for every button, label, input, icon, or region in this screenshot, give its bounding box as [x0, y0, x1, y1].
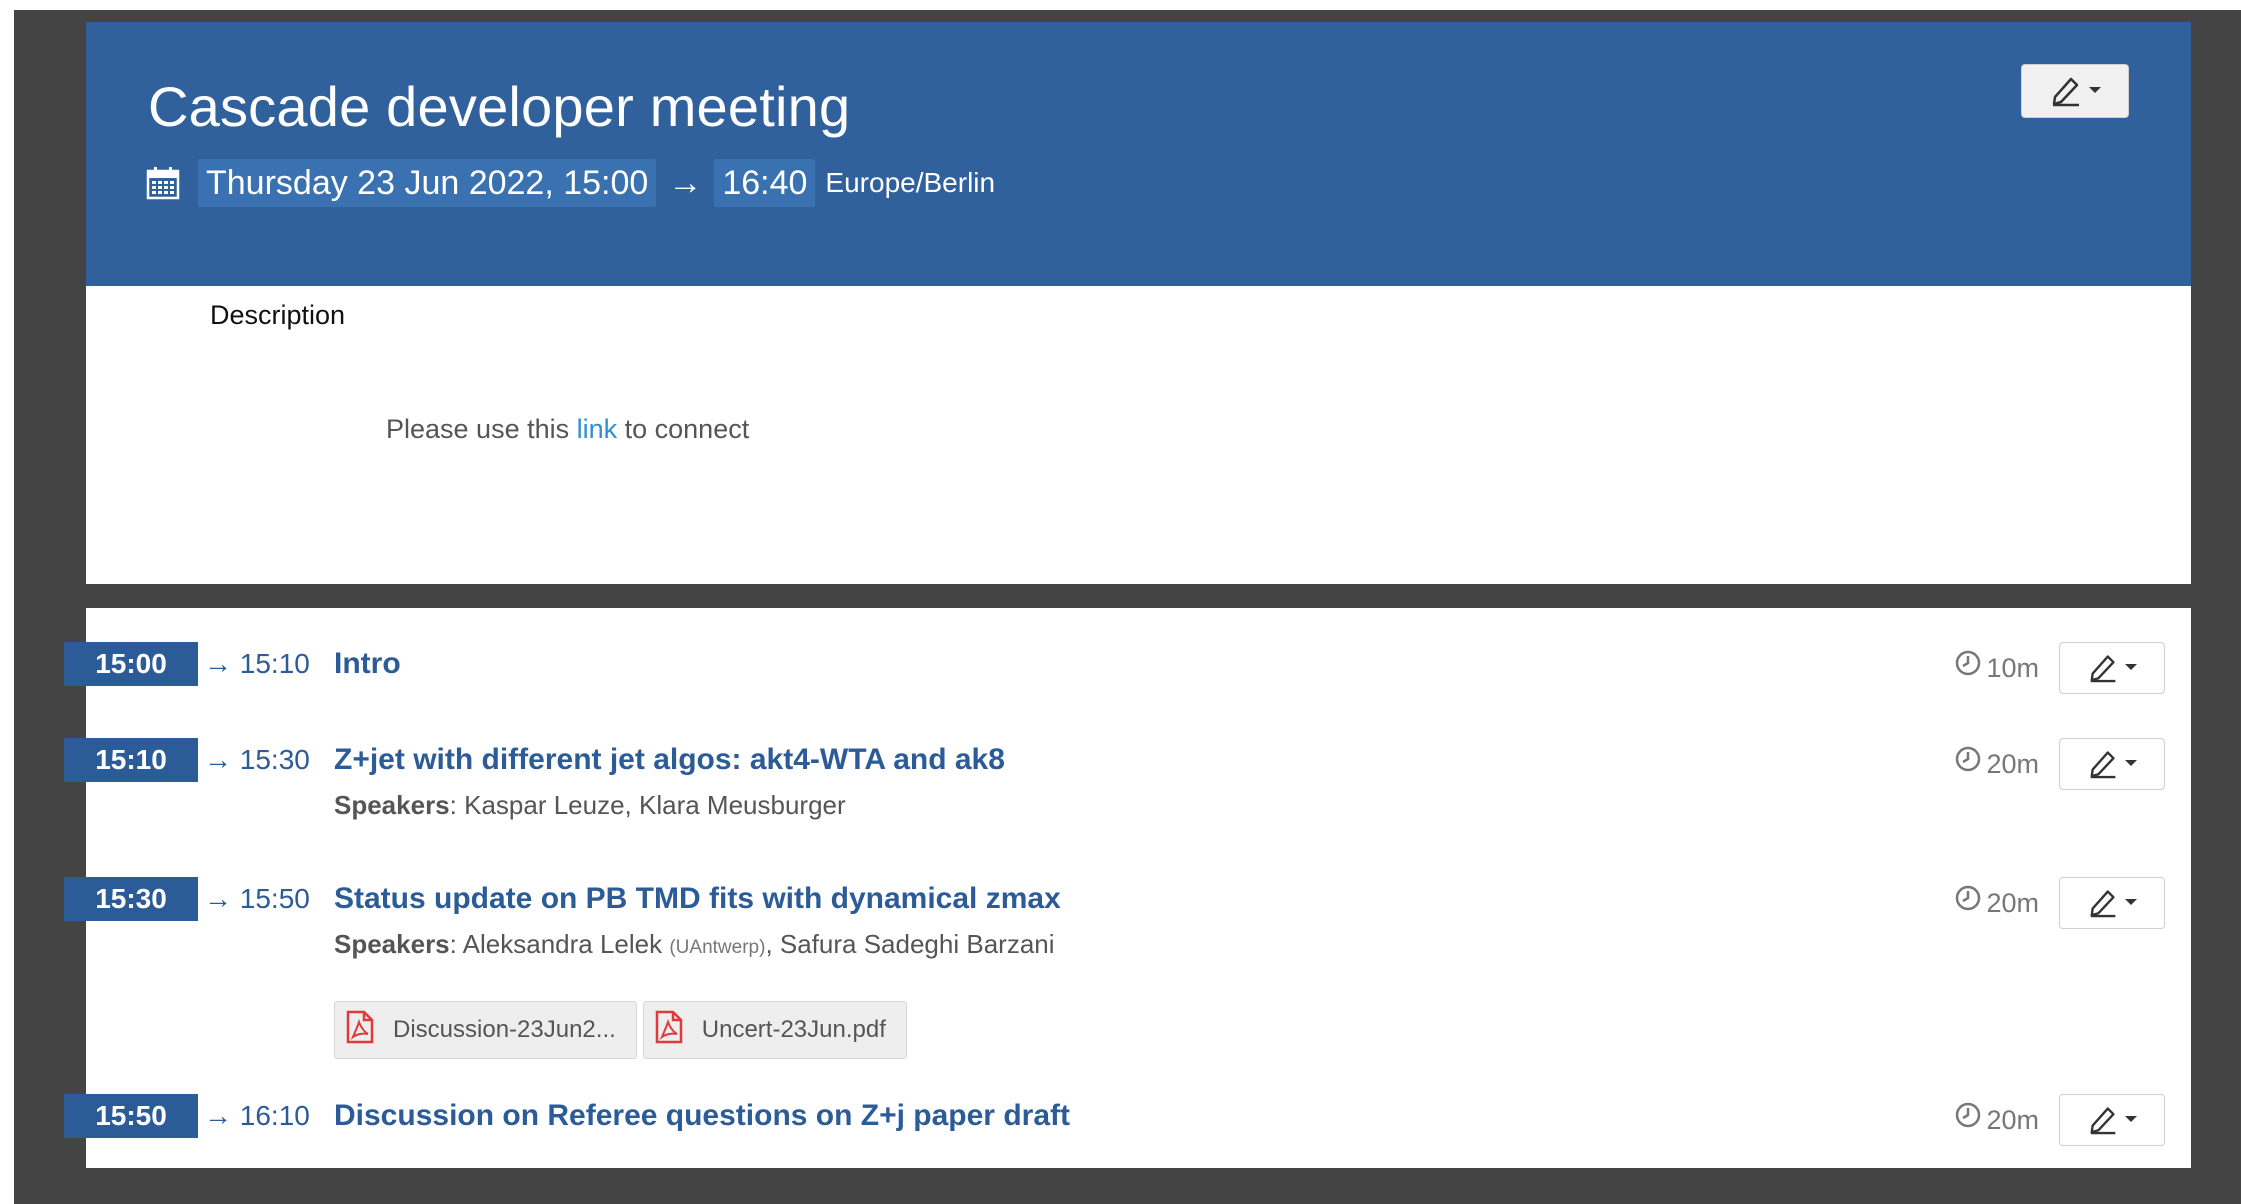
entry-end-time: → 15:10: [204, 648, 310, 679]
event-timezone: Europe/Berlin: [825, 167, 996, 198]
speaker-names: : Kaspar Leuze, Klara Meusburger: [449, 790, 846, 820]
entry-duration: 20m: [1954, 742, 2039, 786]
description-text-after: to connect: [617, 414, 750, 444]
entry-start-time: 15:00: [64, 642, 198, 686]
attachment-name: Uncert-23Jun.pdf: [701, 1016, 886, 1043]
caret-down-icon: [2087, 82, 2103, 100]
caret-down-icon: [2123, 659, 2139, 677]
description-panel: Description Please use this link to conn…: [86, 286, 2191, 584]
entry-title-link[interactable]: Z+jet with different jet algos: akt4-WTA…: [334, 738, 1005, 782]
event-start-datetime: Thursday 23 Jun 2022, 15:00: [198, 159, 657, 207]
pdf-file-icon: [654, 1010, 702, 1051]
pencil-icon: [2085, 1101, 2123, 1140]
description-text: Please use this link to connect: [386, 414, 749, 445]
calendar-icon: [146, 166, 180, 200]
pencil-icon: [2085, 649, 2123, 688]
caret-down-icon: [2123, 1111, 2139, 1129]
caret-down-icon: [2123, 894, 2139, 912]
entry-edit-button[interactable]: [2059, 877, 2165, 929]
entry-title-link[interactable]: Intro: [334, 642, 401, 686]
entry-duration-value: 10m: [1986, 653, 2039, 683]
entry-speakers: Speakers: Kaspar Leuze, Klara Meusburger: [334, 790, 846, 821]
clock-icon: [1954, 881, 1986, 925]
timetable: 15:00 → 15:10 Intro 10m 15:10 → 15:30 Z+…: [64, 608, 2191, 1168]
entry-start-time: 15:50: [64, 1094, 198, 1138]
clock-icon: [1954, 646, 1986, 690]
entry-edit-button[interactable]: [2059, 738, 2165, 790]
entry-duration: 10m: [1954, 646, 2039, 690]
entry-title-link[interactable]: Status update on PB TMD fits with dynami…: [334, 877, 1061, 921]
entry-duration-value: 20m: [1986, 888, 2039, 918]
entry-end-time: → 16:10: [204, 1100, 310, 1131]
speakers-label: Speakers: [334, 929, 450, 959]
pencil-icon: [2085, 884, 2123, 923]
speakers-label: Speakers: [334, 790, 450, 820]
event-title: Cascade developer meeting: [148, 75, 851, 138]
clock-icon: [1954, 1098, 1986, 1142]
pdf-file-icon: [345, 1010, 393, 1051]
entry-start-time: 15:10: [64, 738, 198, 782]
entry-duration: 20m: [1954, 1098, 2039, 1142]
event-date-row: Thursday 23 Jun 2022, 15:00 → 16:40 Euro…: [146, 158, 995, 208]
date-range-arrow: →: [668, 163, 703, 202]
entry-duration: 20m: [1954, 881, 2039, 925]
pencil-icon: [2047, 71, 2087, 112]
entry-attachments: Discussion-23Jun2... Uncert-23Jun.pdf: [334, 1001, 907, 1059]
entry-duration-value: 20m: [1986, 1105, 2039, 1135]
speaker-affiliation: (UAntwerp): [669, 937, 766, 958]
speaker-name: , Safura Sadeghi Barzani: [765, 929, 1055, 959]
entry-speakers: Speakers: Aleksandra Lelek (UAntwerp), S…: [334, 929, 1055, 960]
entry-start-time: 15:30: [64, 877, 198, 921]
description-label: Description: [210, 300, 346, 330]
page-frame: Cascade developer meeting Thursday 23 Ju…: [14, 10, 2241, 1204]
entry-end-time: → 15:50: [204, 883, 310, 914]
description-text-before: Please use this: [386, 414, 577, 444]
event-edit-button[interactable]: [2021, 64, 2129, 118]
attachment-name: Discussion-23Jun2...: [393, 1016, 616, 1043]
entry-title-link[interactable]: Discussion on Referee questions on Z+j p…: [334, 1094, 1070, 1138]
connect-link[interactable]: link: [577, 414, 618, 444]
caret-down-icon: [2123, 755, 2139, 773]
entry-duration-value: 20m: [1986, 749, 2039, 779]
event-end-time: 16:40: [714, 159, 816, 207]
entry-edit-button[interactable]: [2059, 1094, 2165, 1146]
attachment-link[interactable]: Uncert-23Jun.pdf: [642, 1001, 907, 1059]
entry-edit-button[interactable]: [2059, 642, 2165, 694]
attachment-link[interactable]: Discussion-23Jun2...: [334, 1001, 637, 1059]
pencil-icon: [2085, 745, 2123, 784]
entry-end-time: → 15:30: [204, 744, 310, 775]
speaker-name: : Aleksandra Lelek: [449, 929, 670, 959]
clock-icon: [1954, 742, 1986, 786]
event-header: Cascade developer meeting Thursday 23 Ju…: [86, 22, 2191, 286]
